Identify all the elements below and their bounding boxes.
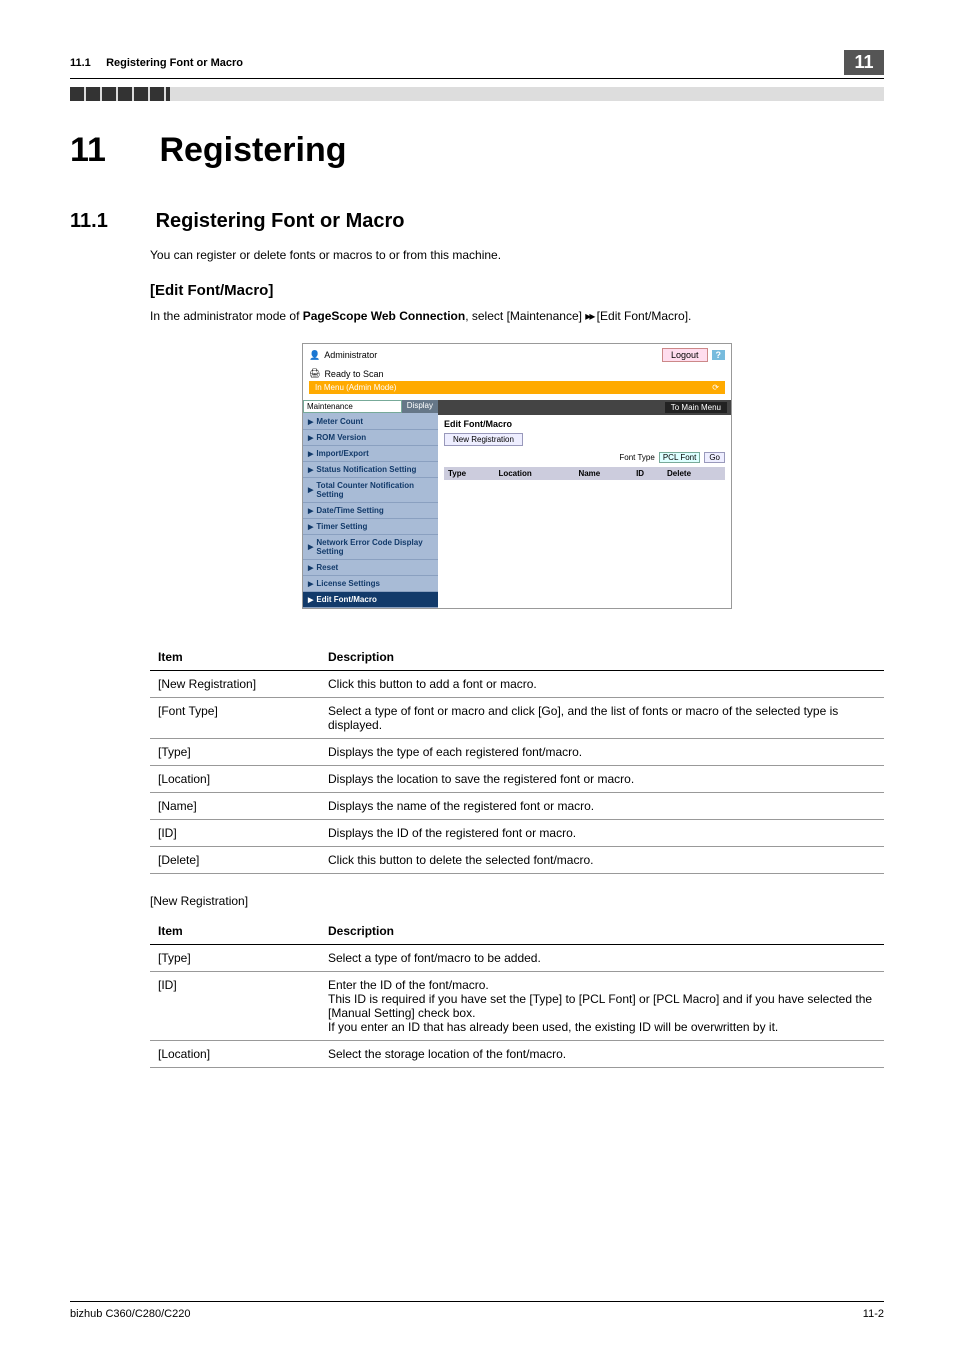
printer-icon: 🖨 [309,368,320,379]
nav-reset[interactable]: ▶Reset [303,560,438,576]
nav-license[interactable]: ▶License Settings [303,576,438,592]
table-row: [ID]Enter the ID of the font/macro. This… [150,972,884,1041]
section-intro: You can register or delete fonts or macr… [150,248,884,262]
table-row: [New Registration]Click this button to a… [150,671,884,698]
header-section-title: Registering Font or Macro [106,57,243,69]
col-desc-header: Description [320,918,884,945]
chapter-title: Registering [159,131,346,169]
admin-icon: 👤 [309,350,320,361]
subsection-heading: [Edit Font/Macro] [150,282,884,299]
main-panel: To Main Menu Edit Font/Macro New Registr… [438,400,731,608]
th-type: Type [444,467,494,480]
nav-import-export[interactable]: ▶Import/Export [303,446,438,462]
page-footer: bizhub C360/C280/C220 11-2 [70,1301,884,1320]
refresh-icon[interactable]: ⟳ [712,383,719,392]
display-button[interactable]: Display [402,400,438,413]
font-type-select[interactable]: PCL Font [659,452,701,463]
footer-model: bizhub C360/C280/C220 [70,1308,190,1320]
description-table-1: Item Description [New Registration]Click… [150,644,884,874]
subsection-instruction: In the administrator mode of PageScope W… [150,309,884,323]
nav-total-counter[interactable]: ▶Total Counter Notification Setting [303,478,438,503]
admin-label: Administrator [324,350,377,360]
page-header: 11.1 Registering Font or Macro 11 [70,50,884,79]
table-row: [Location]Select the storage location of… [150,1041,884,1068]
new-registration-button[interactable]: New Registration [444,433,523,446]
header-section-number: 11.1 [70,57,91,69]
font-type-label: Font Type [619,453,654,462]
header-section-info: 11.1 Registering Font or Macro [70,57,243,69]
section-title: Registering Font or Macro [156,210,405,232]
table-row: [ID]Displays the ID of the registered fo… [150,820,884,847]
mode-label: In Menu (Admin Mode) [315,383,396,392]
nav-meter-count[interactable]: ▶Meter Count [303,414,438,430]
sidebar: Maintenance Display ▶Meter Count ▶ROM Ve… [303,400,438,608]
nav-timer[interactable]: ▶Timer Setting [303,519,438,535]
description-table-2: Item Description [Type]Select a type of … [150,918,884,1068]
section-heading: 11.1 Registering Font or Macro [70,210,884,233]
chapter-number: 11 [70,131,150,170]
help-icon[interactable]: ? [712,350,726,360]
chapter-heading: 11 Registering [70,131,884,170]
nav-edit-font-macro[interactable]: ▶Edit Font/Macro [303,592,438,608]
col-item-header: Item [150,918,320,945]
font-macro-table: Type Location Name ID Delete [444,467,725,480]
table-row: [Type]Displays the type of each register… [150,739,884,766]
footer-page-number: 11-2 [863,1308,884,1320]
nav-status-notification[interactable]: ▶Status Notification Setting [303,462,438,478]
go-button[interactable]: Go [704,452,725,463]
th-location: Location [494,467,574,480]
col-item-header: Item [150,644,320,671]
status-text: Ready to Scan [324,369,383,379]
admin-screenshot: 👤 Administrator Logout ? 🖨 Ready to Scan… [302,343,732,609]
nav-rom-version[interactable]: ▶ROM Version [303,430,438,446]
table-row: [Delete]Click this button to delete the … [150,847,884,874]
table-row: [Name]Displays the name of the registere… [150,793,884,820]
nav-network-error[interactable]: ▶Network Error Code Display Setting [303,535,438,560]
table-row: [Location]Displays the location to save … [150,766,884,793]
to-main-menu-button[interactable]: To Main Menu [665,402,727,413]
th-delete: Delete [663,467,725,480]
sidebar-dropdown[interactable]: Maintenance [303,400,402,413]
header-chapter-badge: 11 [844,50,884,75]
table-row: [Font Type]Select a type of font or macr… [150,698,884,739]
nav-date-time[interactable]: ▶Date/Time Setting [303,503,438,519]
decorative-divider [70,87,884,101]
logout-button[interactable]: Logout [662,348,708,362]
col-desc-header: Description [320,644,884,671]
th-name: Name [574,467,632,480]
table2-subheading: [New Registration] [150,894,884,908]
section-number: 11.1 [70,210,150,233]
content-heading: Edit Font/Macro [444,419,725,429]
table-row: [Type]Select a type of font/macro to be … [150,945,884,972]
th-id: ID [632,467,663,480]
